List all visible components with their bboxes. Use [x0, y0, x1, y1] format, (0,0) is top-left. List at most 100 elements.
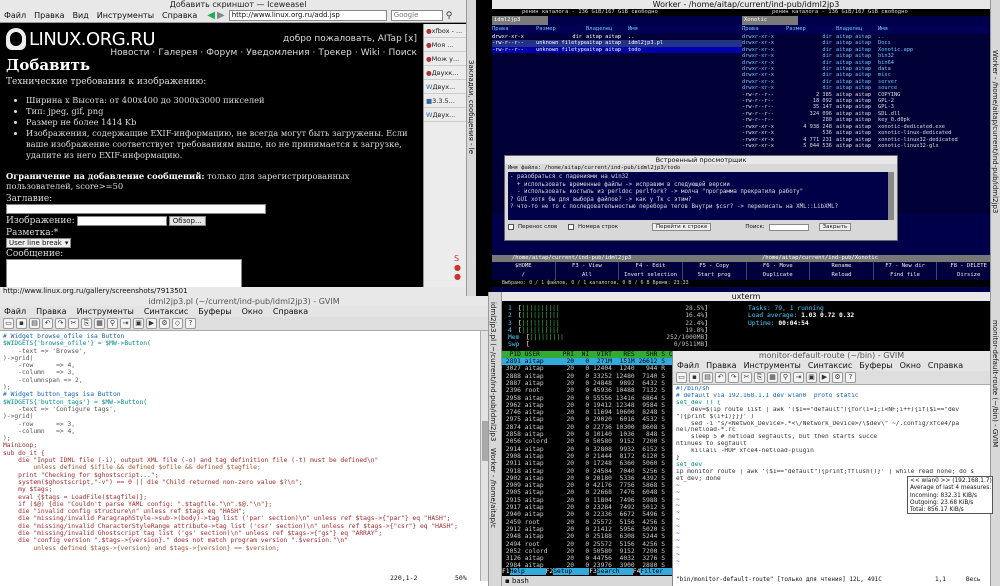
- fkey-rename[interactable]: Rename: [810, 262, 874, 271]
- taskbar-item-worker2[interactable]: Worker - /home/aitap/c: [489, 442, 497, 528]
- vim-menu-window[interactable]: Окно: [900, 361, 921, 370]
- nav-notifications[interactable]: Уведомления: [246, 48, 309, 58]
- wrap-checkbox[interactable]: [508, 224, 514, 230]
- markup-select[interactable]: User line break ▾: [6, 238, 72, 248]
- session-icon[interactable]: ▣: [806, 372, 817, 383]
- linenum-checkbox[interactable]: [568, 224, 574, 230]
- vim-menu-window[interactable]: Окно: [242, 307, 263, 316]
- viewer-close-button[interactable]: Закрыть: [818, 223, 852, 231]
- cut-icon[interactable]: ✂: [68, 318, 79, 329]
- wrap-button[interactable]: Перенос слов: [518, 224, 564, 230]
- help-icon[interactable]: ?: [845, 372, 856, 383]
- sidebar-tab-2[interactable]: ●Мож у...: [424, 52, 466, 66]
- find-icon[interactable]: ⚲: [107, 318, 118, 329]
- btn-all[interactable]: All: [556, 271, 620, 280]
- run-icon[interactable]: ▶: [819, 372, 830, 383]
- taskbar-item-firefox[interactable]: Закладки, сообщения - le: [467, 0, 475, 154]
- vim-menu-help[interactable]: Справка: [928, 361, 963, 370]
- btn-findfile[interactable]: Find file: [874, 271, 938, 280]
- session-icon[interactable]: ▣: [133, 318, 144, 329]
- htop-fkey[interactable]: F1 Help: [502, 568, 546, 575]
- undo-icon[interactable]: ↶: [42, 318, 53, 329]
- nav-gallery[interactable]: Галерея: [158, 48, 197, 58]
- nav-wiki[interactable]: Wiki: [361, 48, 380, 58]
- gvim-left-editor[interactable]: # Widget browse_ofile isa Button $WIDGETS…: [0, 331, 488, 567]
- vim-menu-file[interactable]: Файл: [4, 307, 26, 316]
- paste-icon[interactable]: ▦: [767, 372, 778, 383]
- htop-fkey[interactable]: F4 Filter: [632, 568, 677, 575]
- print-icon[interactable]: ▤: [29, 318, 40, 329]
- vim-menu-syntax[interactable]: Синтаксис: [808, 361, 852, 370]
- btn-duplicate[interactable]: Duplicate: [747, 271, 811, 280]
- col-owner[interactable]: Владелец: [586, 25, 628, 34]
- firefox-menu-file[interactable]: Файл: [4, 11, 26, 20]
- browse-button[interactable]: Обзор...: [168, 216, 206, 226]
- btn-reload[interactable]: Reload: [810, 271, 874, 280]
- sidebar-tab-6[interactable]: WДвух...: [424, 108, 466, 122]
- vim-menu-tools[interactable]: Инструменты: [744, 361, 801, 370]
- file-row[interactable]: -rwxr-xr-x 5 044 536 aitap aitap xonotic-li…: [742, 143, 1000, 149]
- fkey-newdir[interactable]: F7 - New dir: [874, 262, 938, 271]
- viewer-scrollbar[interactable]: [888, 172, 894, 220]
- col-name[interactable]: Имя: [628, 25, 638, 34]
- file-row[interactable]: -rw-r--r-- unknown filetype aitap aitap tod…: [492, 46, 742, 54]
- taskbar-item-worker[interactable]: Worker - /home/aitap/current/ind-pub/idm…: [991, 0, 999, 290]
- gvim-left-scrollbar[interactable]: [480, 331, 488, 581]
- btn-root[interactable]: /: [492, 271, 556, 280]
- find-next-icon[interactable]: ⇥: [793, 372, 804, 383]
- site-logo[interactable]: LINUX.ORG.RU: [29, 29, 156, 50]
- fkey-home[interactable]: $HOME: [492, 262, 556, 271]
- tag-icon[interactable]: ◇: [172, 318, 183, 329]
- worker-right-path[interactable]: /home/aitap/current/ind-pub/Xonotic: [742, 255, 878, 262]
- firefox-menu-edit[interactable]: Правка: [34, 11, 64, 20]
- save-icon[interactable]: ▪: [689, 372, 700, 383]
- worker-right-tab[interactable]: Xonotic: [742, 16, 798, 25]
- btn-invert[interactable]: Invert selection: [619, 271, 683, 280]
- vim-menu-syntax[interactable]: Синтаксис: [144, 307, 188, 316]
- make-icon[interactable]: ⚙: [832, 372, 843, 383]
- redo-icon[interactable]: ↷: [728, 372, 739, 383]
- worker-left-tab[interactable]: idml2jp3: [492, 16, 548, 25]
- taskbar-item-vim2[interactable]: monitor-default-route (~/bin) - GVIM: [991, 290, 999, 447]
- tux-logo-icon[interactable]: [6, 28, 26, 50]
- redo-icon[interactable]: ↷: [55, 318, 66, 329]
- cut-icon[interactable]: ✂: [741, 372, 752, 383]
- nav-forum[interactable]: Форум: [206, 48, 237, 58]
- vim-menu-buffers[interactable]: Буферы: [859, 361, 892, 370]
- sidebar-tab-0[interactable]: ●xfbox - ...: [424, 24, 466, 38]
- htop-fkey[interactable]: F3 Search: [589, 568, 633, 575]
- firefox-menu-tools[interactable]: Инструменты: [97, 11, 154, 20]
- vim-menu-help[interactable]: Справка: [273, 307, 308, 316]
- image-file-input[interactable]: [76, 216, 167, 226]
- htop-fkey[interactable]: F2 Setup: [545, 568, 590, 575]
- goto-line-button[interactable]: Перейти к строке: [652, 223, 712, 231]
- find-icon[interactable]: ⚲: [780, 372, 791, 383]
- open-icon[interactable]: ▭: [3, 318, 14, 329]
- vim-menu-buffers[interactable]: Буферы: [198, 307, 231, 316]
- worker-left-path[interactable]: /home/aitap/current/ind-pub/idml2jp3: [492, 255, 742, 262]
- find-next-icon[interactable]: ⇥: [120, 318, 131, 329]
- print-icon[interactable]: ▤: [702, 372, 713, 383]
- taskbar-item-vim1[interactable]: idml2jp3.pl (~/current/ind-pub/idml2jp3)…: [489, 292, 497, 442]
- addon-icon[interactable]: ●: [454, 263, 461, 272]
- run-icon[interactable]: ▶: [146, 318, 157, 329]
- paste-icon[interactable]: ▦: [94, 318, 105, 329]
- search-input[interactable]: Google: [390, 10, 443, 21]
- search-icon[interactable]: ⚲: [446, 11, 453, 21]
- copy-icon[interactable]: ⎘: [81, 318, 92, 329]
- viewer-search-input[interactable]: [768, 223, 809, 231]
- sidebar-tab-3[interactable]: ●Двухк...: [424, 66, 466, 80]
- col-perm[interactable]: Права: [492, 25, 536, 34]
- help-icon[interactable]: ?: [185, 318, 196, 329]
- col-name[interactable]: Имя: [878, 25, 888, 34]
- fkey-edit[interactable]: F4 - Edit: [619, 262, 683, 271]
- fkey-view[interactable]: F3 - View: [556, 262, 620, 271]
- vim-menu-edit[interactable]: Правка: [706, 361, 736, 370]
- firefox-menu-help[interactable]: Справка: [162, 11, 197, 20]
- sidebar-tab-5[interactable]: ■3.3.5...: [424, 94, 466, 108]
- sidebar-tab-4[interactable]: WДвух...: [424, 80, 466, 94]
- copy-icon[interactable]: ⎘: [754, 372, 765, 383]
- nav-news[interactable]: Новости: [110, 48, 149, 58]
- vim-menu-tools[interactable]: Инструменты: [77, 307, 134, 316]
- btn-startprog[interactable]: Start prog: [683, 271, 747, 280]
